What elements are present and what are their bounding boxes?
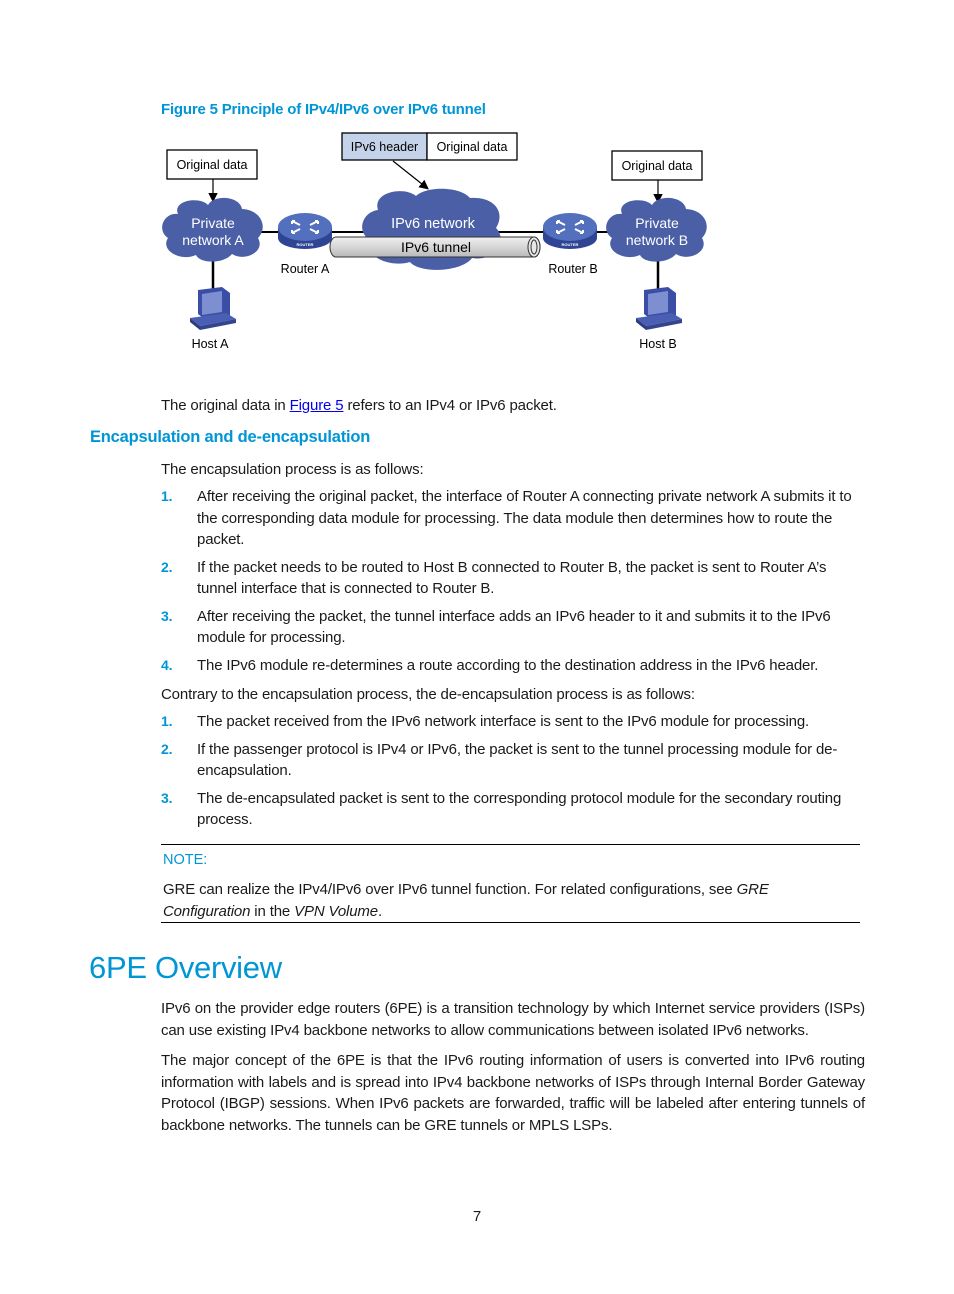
step-number: 3. [161, 789, 173, 806]
host-computer-icon [636, 287, 682, 330]
router-a-label: Router A [281, 262, 330, 276]
page-number: 7 [472, 1208, 482, 1225]
chapter-title: 6PE Overview [89, 950, 282, 985]
ipv6-tunnel-label: IPv6 tunnel [401, 239, 471, 255]
step-number: 1. [161, 713, 173, 729]
step-text: The de-encapsulated packet is sent to th… [197, 789, 842, 829]
router-icon: ROUTER [278, 213, 332, 249]
packet-data-label: Original data [437, 140, 508, 154]
note-text-part: . [377, 902, 382, 920]
note-text-part: GRE can realize the IPv4/IPv6 over IPv6 … [163, 881, 737, 898]
list-item: 4. The IPv6 module re-determines a route … [161, 655, 866, 677]
list-item: 1. After receiving the original packet, t… [161, 486, 866, 551]
overview-paragraph-1: IPv6 on the provider edge routers (6PE) … [161, 1000, 865, 1039]
tunnel-diagram: Original data Original data IPv6 header … [162, 132, 707, 351]
decap-steps-list: 1. The packet received from the IPv6 netw… [161, 711, 866, 837]
decap-intro: Contrary to the encapsulation process, t… [161, 686, 695, 703]
list-item: 2. If the passenger protocol is IPv4 or I… [161, 739, 866, 782]
step-text: After receiving the original packet, the… [197, 488, 852, 548]
list-item: 1. The packet received from the IPv6 netw… [161, 711, 866, 733]
note-label: NOTE: [163, 852, 208, 868]
section-heading: Encapsulation and de-encapsulation [90, 428, 371, 446]
overview-paragraph-2: The major concept of the 6PE is that the… [161, 1052, 865, 1134]
router-badge: ROUTER [297, 242, 314, 247]
router-badge: ROUTER [562, 242, 579, 247]
step-number: 2. [161, 558, 173, 575]
step-text: If the passenger protocol is IPv4 or IPv… [197, 740, 838, 780]
intro-text: The original data in [161, 397, 290, 414]
list-item: 2. If the packet needs to be routed to Ho… [161, 557, 866, 600]
router-icon: ROUTER [543, 213, 597, 249]
step-text: After receiving the packet, the tunnel i… [197, 607, 831, 647]
arrow [392, 160, 429, 190]
step-number: 3. [161, 607, 173, 624]
figure-5-link[interactable]: Figure 5 [290, 397, 344, 414]
ipv6-network-label: IPv6 network [391, 216, 476, 232]
host-b-label: Host B [639, 337, 677, 351]
ipv6-header-label: IPv6 header [351, 140, 418, 154]
encap-intro: The encapsulation process is as follows: [161, 461, 424, 478]
original-data-label-right: Original data [622, 159, 693, 173]
note-box: NOTE: GRE can realize the IPv4/IPv6 over… [161, 844, 860, 923]
note-text-part: in the [250, 902, 295, 920]
figure-caption: Figure 5 Principle of IPv4/IPv6 over IPv… [161, 101, 486, 118]
step-number: 1. [161, 488, 173, 504]
step-text: If the packet needs to be routed to Host… [197, 558, 827, 598]
intro-text: refers to an IPv4 or IPv6 packet. [343, 397, 557, 414]
private-network-a-label: Private [191, 215, 235, 231]
list-item: 3. After receiving the packet, the tunnel… [161, 606, 866, 649]
note-reference: VPN Volume [294, 902, 378, 920]
private-network-a-label: network A [182, 232, 244, 248]
step-text: The IPv6 module re-determines a route ac… [197, 656, 819, 674]
encap-steps-list: 1. After receiving the original packet, t… [161, 486, 866, 682]
intro-paragraph: The original data in Figure 5 refers to … [161, 395, 557, 417]
router-b-label: Router B [548, 262, 597, 276]
note-text: GRE can realize the IPv4/IPv6 over IPv6 … [163, 879, 853, 922]
step-number: 4. [161, 656, 173, 673]
list-item: 3. The de-encapsulated packet is sent to … [161, 788, 866, 831]
private-network-b-label: network B [626, 232, 688, 248]
step-text: The packet received from the IPv6 networ… [197, 713, 810, 730]
private-network-b-label: Private [635, 215, 679, 231]
original-data-label-left: Original data [177, 158, 248, 172]
step-number: 2. [161, 740, 173, 757]
host-computer-icon [190, 287, 236, 330]
host-a-label: Host A [192, 337, 229, 351]
